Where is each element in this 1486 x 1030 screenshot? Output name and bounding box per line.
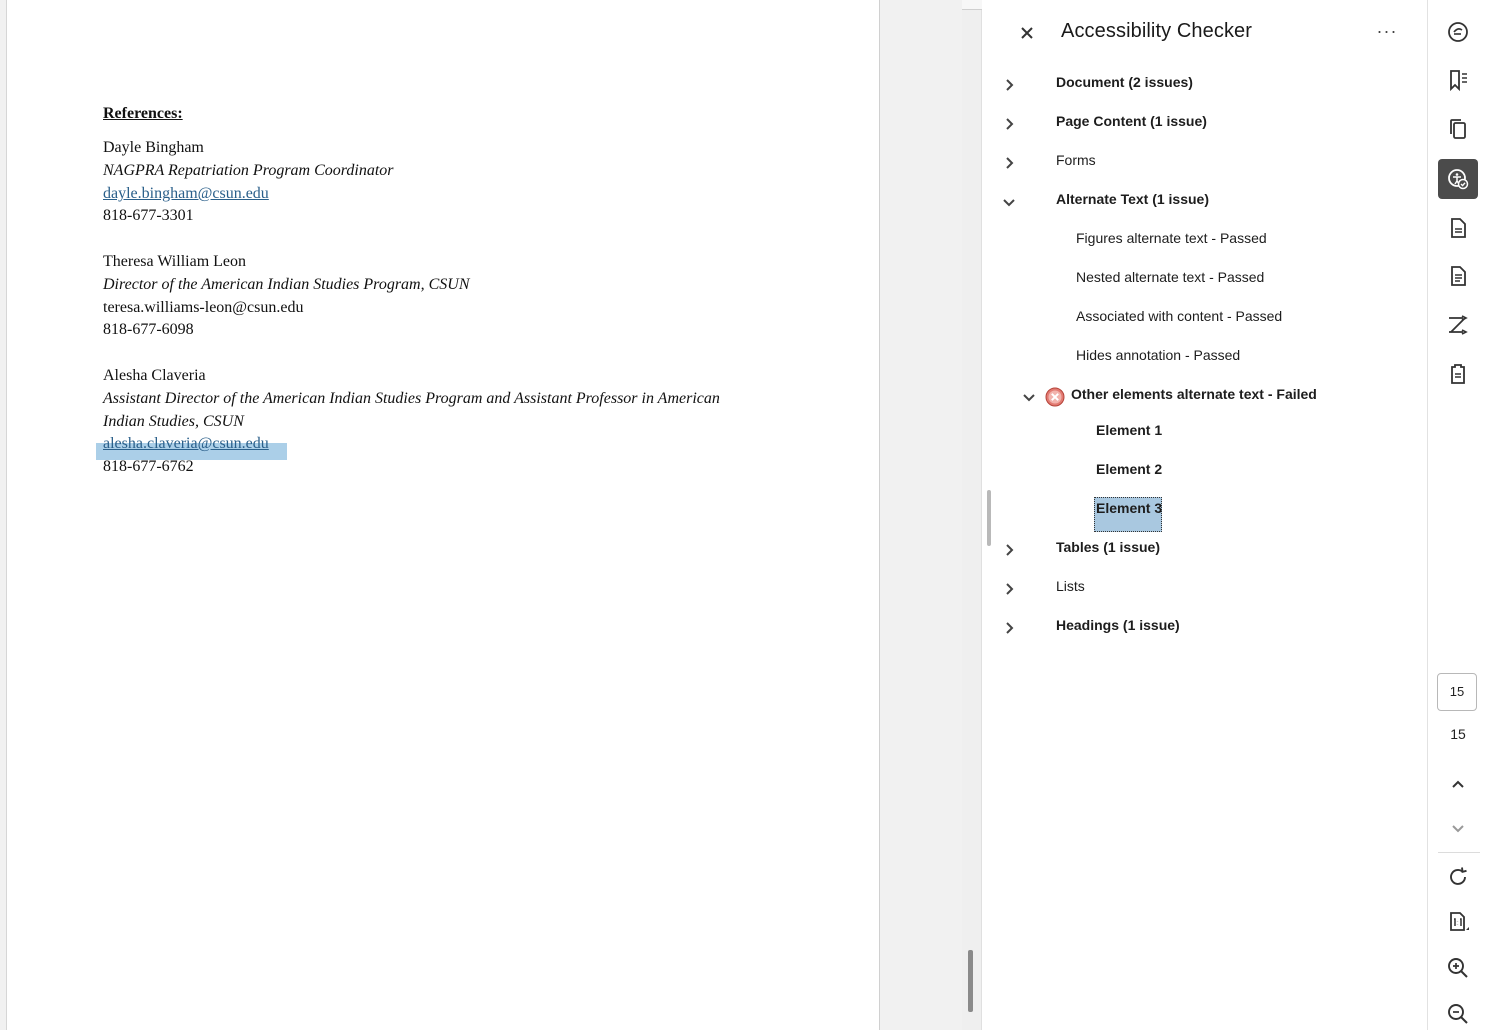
chevron-down-icon[interactable]	[1000, 193, 1018, 211]
contact-3-phone: 818-677-6762	[103, 458, 194, 475]
contact-2-title: Director of the American Indian Studies …	[103, 276, 470, 293]
export-pdf-icon	[1451, 218, 1466, 238]
total-pages: 15	[1450, 726, 1466, 742]
chevron-right-icon[interactable]	[1000, 154, 1018, 172]
comment-icon	[1448, 22, 1468, 42]
document-scrollbar-top	[962, 0, 982, 10]
tree-item-page-content[interactable]: Page Content (1 issue)	[1056, 108, 1207, 134]
zoom-in-button[interactable]	[1438, 948, 1478, 988]
contact-1-title: NAGPRA Repatriation Program Coordinator	[103, 162, 394, 179]
contact-1-email-link[interactable]: dayle.bingham@csun.edu	[103, 184, 269, 204]
tree-item-associated-content[interactable]: Associated with content - Passed	[1076, 303, 1282, 329]
chevron-right-icon[interactable]	[1000, 580, 1018, 598]
compare-tool-button[interactable]	[1438, 305, 1478, 345]
tree-item-lists[interactable]: Lists	[1056, 573, 1085, 599]
actual-size-icon	[1450, 912, 1469, 931]
rotate-icon	[1450, 867, 1467, 885]
rail-divider	[1438, 852, 1480, 853]
compare-icon	[1449, 315, 1468, 335]
chevron-down-icon	[1452, 825, 1464, 833]
previous-page-button[interactable]	[1438, 765, 1478, 805]
tree-item-element-2[interactable]: Element 2	[1096, 456, 1162, 482]
bookmarks-icon	[1450, 70, 1467, 92]
tree-item-tables[interactable]: Tables (1 issue)	[1056, 534, 1160, 560]
pages-tool-button[interactable]	[1438, 109, 1478, 149]
contact-3-title-line1: Assistant Director of the American India…	[103, 390, 720, 407]
zoom-in-icon	[1448, 958, 1468, 978]
scan-icon	[1451, 364, 1465, 384]
tree-item-headings[interactable]: Headings (1 issue)	[1056, 612, 1180, 638]
bookmarks-tool-button[interactable]	[1438, 60, 1478, 100]
tree-item-figures-alt[interactable]: Figures alternate text - Passed	[1076, 225, 1267, 251]
tree-item-nested-alt[interactable]: Nested alternate text - Passed	[1076, 264, 1264, 290]
tree-item-element-3[interactable]: Element 3	[1096, 495, 1162, 521]
chevron-right-icon[interactable]	[1000, 76, 1018, 94]
panel-title: Accessibility Checker	[1061, 20, 1253, 42]
contact-3-title-line2: Indian Studies, CSUN	[103, 413, 244, 430]
contact-3-name: Alesha Claveria	[103, 367, 206, 384]
accessibility-tool-button[interactable]	[1438, 159, 1478, 199]
current-page-input[interactable]: 15	[1437, 673, 1477, 711]
tree-item-document[interactable]: Document (2 issues)	[1056, 69, 1193, 95]
tree-item-alternate-text[interactable]: Alternate Text (1 issue)	[1056, 186, 1209, 212]
failed-error-icon	[1045, 387, 1065, 407]
chevron-up-icon	[1452, 780, 1464, 788]
next-page-button[interactable]	[1438, 808, 1478, 848]
comment-tool-button[interactable]	[1438, 12, 1478, 52]
scan-tool-button[interactable]	[1438, 354, 1478, 394]
close-icon	[1021, 27, 1033, 39]
actual-size-button[interactable]	[1438, 902, 1478, 942]
more-options-button[interactable]: ···	[1374, 20, 1400, 44]
chevron-right-icon[interactable]	[1000, 619, 1018, 637]
document-scrollbar[interactable]	[962, 0, 982, 1030]
references-heading: References:	[103, 105, 183, 122]
rotate-button[interactable]	[1438, 857, 1478, 897]
tree-item-element-1[interactable]: Element 1	[1096, 417, 1162, 443]
accessibility-checker-panel	[983, 0, 1427, 1030]
contact-1-name: Dayle Bingham	[103, 139, 204, 156]
tree-item-other-elements-alt[interactable]: Other elements alternate text - Failed	[1071, 381, 1317, 407]
zoom-out-icon	[1448, 1004, 1468, 1024]
chevron-down-icon[interactable]	[1020, 388, 1038, 406]
export-pdf-tool-button[interactable]	[1438, 208, 1478, 248]
tree-item-forms[interactable]: Forms	[1056, 147, 1096, 173]
panel-resize-handle[interactable]	[987, 490, 991, 546]
tree-item-hides-annotation[interactable]: Hides annotation - Passed	[1076, 342, 1240, 368]
accessibility-icon	[1448, 169, 1469, 190]
zoom-out-button[interactable]	[1438, 994, 1478, 1030]
close-panel-button[interactable]	[1016, 22, 1038, 44]
document-scrollbar-thumb[interactable]	[968, 950, 973, 1012]
edit-pdf-tool-button[interactable]	[1438, 256, 1478, 296]
contact-3-email-link[interactable]: alesha.claveria@csun.edu	[103, 434, 269, 454]
document-left-gutter	[0, 0, 7, 1030]
contact-2-phone: 818-677-6098	[103, 321, 194, 338]
contact-2-name: Theresa William Leon	[103, 253, 247, 270]
pages-icon	[1450, 119, 1466, 139]
contact-2-email: teresa.williams-leon@csun.edu	[103, 299, 304, 316]
contact-1-phone: 818-677-3301	[103, 207, 194, 224]
chevron-right-icon[interactable]	[1000, 541, 1018, 559]
edit-pdf-icon	[1451, 266, 1466, 286]
chevron-right-icon[interactable]	[1000, 115, 1018, 133]
